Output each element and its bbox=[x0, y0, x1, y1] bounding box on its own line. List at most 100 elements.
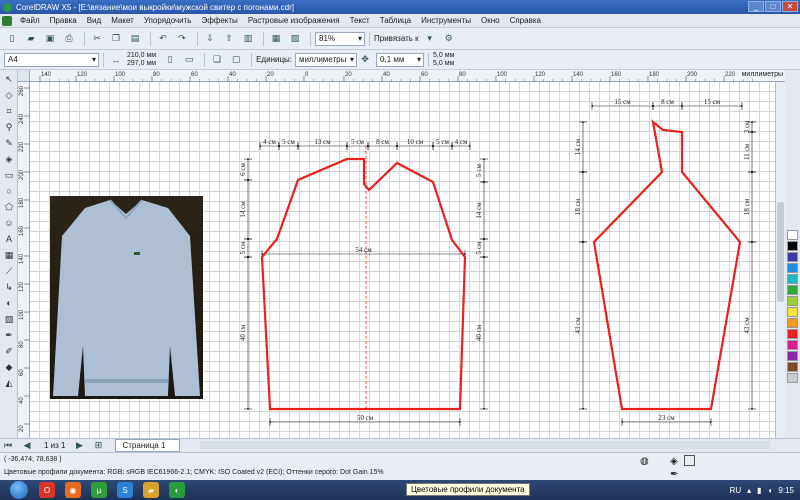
connector-tool-icon[interactable]: ↳ bbox=[2, 280, 16, 294]
paste-icon[interactable]: ▤ bbox=[127, 31, 143, 47]
color-profile-icon[interactable]: ◍ bbox=[640, 456, 649, 467]
menu-help[interactable]: Справка bbox=[505, 14, 546, 28]
crop-tool-icon[interactable]: ⌗ bbox=[2, 104, 16, 118]
welcome-screen-icon[interactable]: ▧ bbox=[287, 31, 303, 47]
cut-icon[interactable]: ✂ bbox=[89, 31, 105, 47]
page-width-field[interactable]: 210,0 мм bbox=[127, 52, 156, 60]
rectangle-tool-icon[interactable]: ▭ bbox=[2, 168, 16, 182]
interactive-fill-icon[interactable]: ◭ bbox=[2, 376, 16, 390]
options-icon[interactable]: ⚙ bbox=[441, 31, 457, 47]
eyedropper-icon[interactable]: ✒ bbox=[2, 328, 16, 342]
coreldraw-task-icon[interactable]: ◐ bbox=[169, 482, 185, 498]
transparency-tool-icon[interactable]: ▨ bbox=[2, 312, 16, 326]
table-tool-icon[interactable]: ▦ bbox=[2, 248, 16, 262]
smart-fill-icon[interactable]: ◈ bbox=[2, 152, 16, 166]
color-profile-info[interactable]: Цветовые профили документа: RGB: sRGB IE… bbox=[4, 469, 384, 476]
skype-icon[interactable]: S bbox=[117, 482, 133, 498]
zoom-tool-icon[interactable]: ⚲ bbox=[2, 120, 16, 134]
page-height-field[interactable]: 297,0 мм bbox=[127, 60, 156, 68]
utorrent-icon[interactable]: µ bbox=[91, 482, 107, 498]
duplicate-x-field[interactable]: 5,0 мм bbox=[433, 52, 454, 60]
import-icon[interactable]: ⇩ bbox=[202, 31, 218, 47]
new-document-icon[interactable]: ▯ bbox=[4, 31, 20, 47]
undo-icon[interactable]: ↶ bbox=[155, 31, 171, 47]
maximize-button[interactable]: □ bbox=[765, 1, 781, 12]
start-button[interactable] bbox=[10, 481, 28, 499]
save-icon[interactable]: ▣ bbox=[42, 31, 58, 47]
print-icon[interactable]: ⎙ bbox=[61, 31, 77, 47]
ellipse-tool-icon[interactable]: ○ bbox=[2, 184, 16, 198]
opera-icon[interactable]: O bbox=[39, 482, 55, 498]
color-swatch[interactable] bbox=[787, 230, 798, 240]
vertical-ruler[interactable]: 260 240 220 200 180 160 140 120 100 80 60 40 20 bbox=[18, 82, 30, 438]
page-tab[interactable]: Страница 1 bbox=[115, 439, 181, 452]
menu-file[interactable]: Файл bbox=[15, 14, 45, 28]
duplicate-y-field[interactable]: 5,0 мм bbox=[433, 60, 454, 68]
color-swatch[interactable] bbox=[787, 296, 798, 306]
units-combo[interactable]: миллиметры bbox=[295, 52, 358, 67]
polygon-tool-icon[interactable]: ⬠ bbox=[2, 200, 16, 214]
color-swatch[interactable] bbox=[787, 252, 798, 262]
menu-text[interactable]: Текст bbox=[345, 14, 375, 28]
outline-pen-icon[interactable]: ✒ bbox=[670, 469, 678, 480]
fill-bucket-icon[interactable]: ◈ bbox=[670, 456, 678, 467]
language-indicator[interactable]: RU bbox=[730, 486, 742, 495]
chevron-down-icon[interactable]: ▾ bbox=[422, 31, 438, 47]
pdf-icon[interactable]: ▥ bbox=[240, 31, 256, 47]
color-swatch[interactable] bbox=[787, 285, 798, 295]
vertical-scrollbar[interactable] bbox=[775, 82, 785, 438]
blend-tool-icon[interactable]: ◐ bbox=[2, 296, 16, 310]
sweater-photo[interactable] bbox=[50, 196, 203, 399]
horizontal-ruler[interactable]: 140 120 100 80 60 40 20 0 20 40 60 80 100 120 140 160 18… bbox=[18, 70, 785, 82]
application-launcher-icon[interactable]: ▦ bbox=[268, 31, 284, 47]
network-icon[interactable]: ▮ bbox=[757, 486, 761, 495]
minimize-button[interactable]: _ bbox=[748, 1, 764, 12]
current-page-icon[interactable]: ▢ bbox=[228, 52, 244, 68]
nudge-field[interactable]: 0,1 мм bbox=[376, 52, 425, 67]
no-fill-swatch[interactable] bbox=[684, 455, 695, 466]
color-swatch[interactable] bbox=[787, 351, 798, 361]
page-size-combo[interactable]: A4 bbox=[4, 52, 99, 67]
firefox-icon[interactable]: ◉ bbox=[65, 482, 81, 498]
color-swatch[interactable] bbox=[787, 329, 798, 339]
color-swatch[interactable] bbox=[787, 318, 798, 328]
zoom-combo[interactable]: 81% bbox=[315, 31, 365, 46]
menu-table[interactable]: Таблица bbox=[375, 14, 416, 28]
color-swatch[interactable] bbox=[787, 362, 798, 372]
landscape-icon[interactable]: ▭ bbox=[181, 52, 197, 68]
volume-icon[interactable]: ◖ bbox=[768, 486, 773, 495]
text-tool-icon[interactable]: A bbox=[2, 232, 16, 246]
copy-icon[interactable]: ❐ bbox=[108, 31, 124, 47]
menu-bitmaps[interactable]: Растровые изображения bbox=[243, 14, 345, 28]
dimension-tool-icon[interactable]: ⟋ bbox=[2, 264, 16, 278]
freehand-tool-icon[interactable]: ✎ bbox=[2, 136, 16, 150]
outline-tool-icon[interactable]: ✐ bbox=[2, 344, 16, 358]
menu-tools[interactable]: Инструменты bbox=[416, 14, 476, 28]
menu-arrange[interactable]: Упорядочить bbox=[139, 14, 197, 28]
basic-shapes-icon[interactable]: ☺ bbox=[2, 216, 16, 230]
menu-view[interactable]: Вид bbox=[82, 14, 106, 28]
color-swatch[interactable] bbox=[787, 241, 798, 251]
pick-tool-icon[interactable]: ↖ bbox=[2, 72, 16, 86]
clock[interactable]: 9:15 bbox=[778, 486, 794, 495]
color-swatch[interactable] bbox=[787, 263, 798, 273]
color-swatch[interactable] bbox=[787, 274, 798, 284]
ruler-origin[interactable] bbox=[18, 70, 30, 82]
snap-to-menu[interactable]: Привязать к bbox=[374, 34, 419, 43]
menu-effects[interactable]: Эффекты bbox=[196, 14, 242, 28]
close-button[interactable]: ✕ bbox=[782, 1, 798, 12]
menu-edit[interactable]: Правка bbox=[45, 14, 82, 28]
shape-tool-icon[interactable]: ◇ bbox=[2, 88, 16, 102]
open-folder-icon[interactable]: ▰ bbox=[23, 31, 39, 47]
export-icon[interactable]: ⇧ bbox=[221, 31, 237, 47]
color-swatch[interactable] bbox=[787, 340, 798, 350]
vertical-scroll-thumb[interactable] bbox=[777, 202, 784, 302]
menu-layout[interactable]: Макет bbox=[106, 14, 139, 28]
all-pages-icon[interactable]: ❏ bbox=[209, 52, 225, 68]
color-swatch[interactable] bbox=[787, 307, 798, 317]
redo-icon[interactable]: ↷ bbox=[174, 31, 190, 47]
portrait-icon[interactable]: ▯ bbox=[162, 52, 178, 68]
menu-window[interactable]: Окно bbox=[476, 14, 505, 28]
horizontal-scrollbar[interactable] bbox=[200, 441, 770, 449]
color-swatch[interactable] bbox=[787, 373, 798, 383]
